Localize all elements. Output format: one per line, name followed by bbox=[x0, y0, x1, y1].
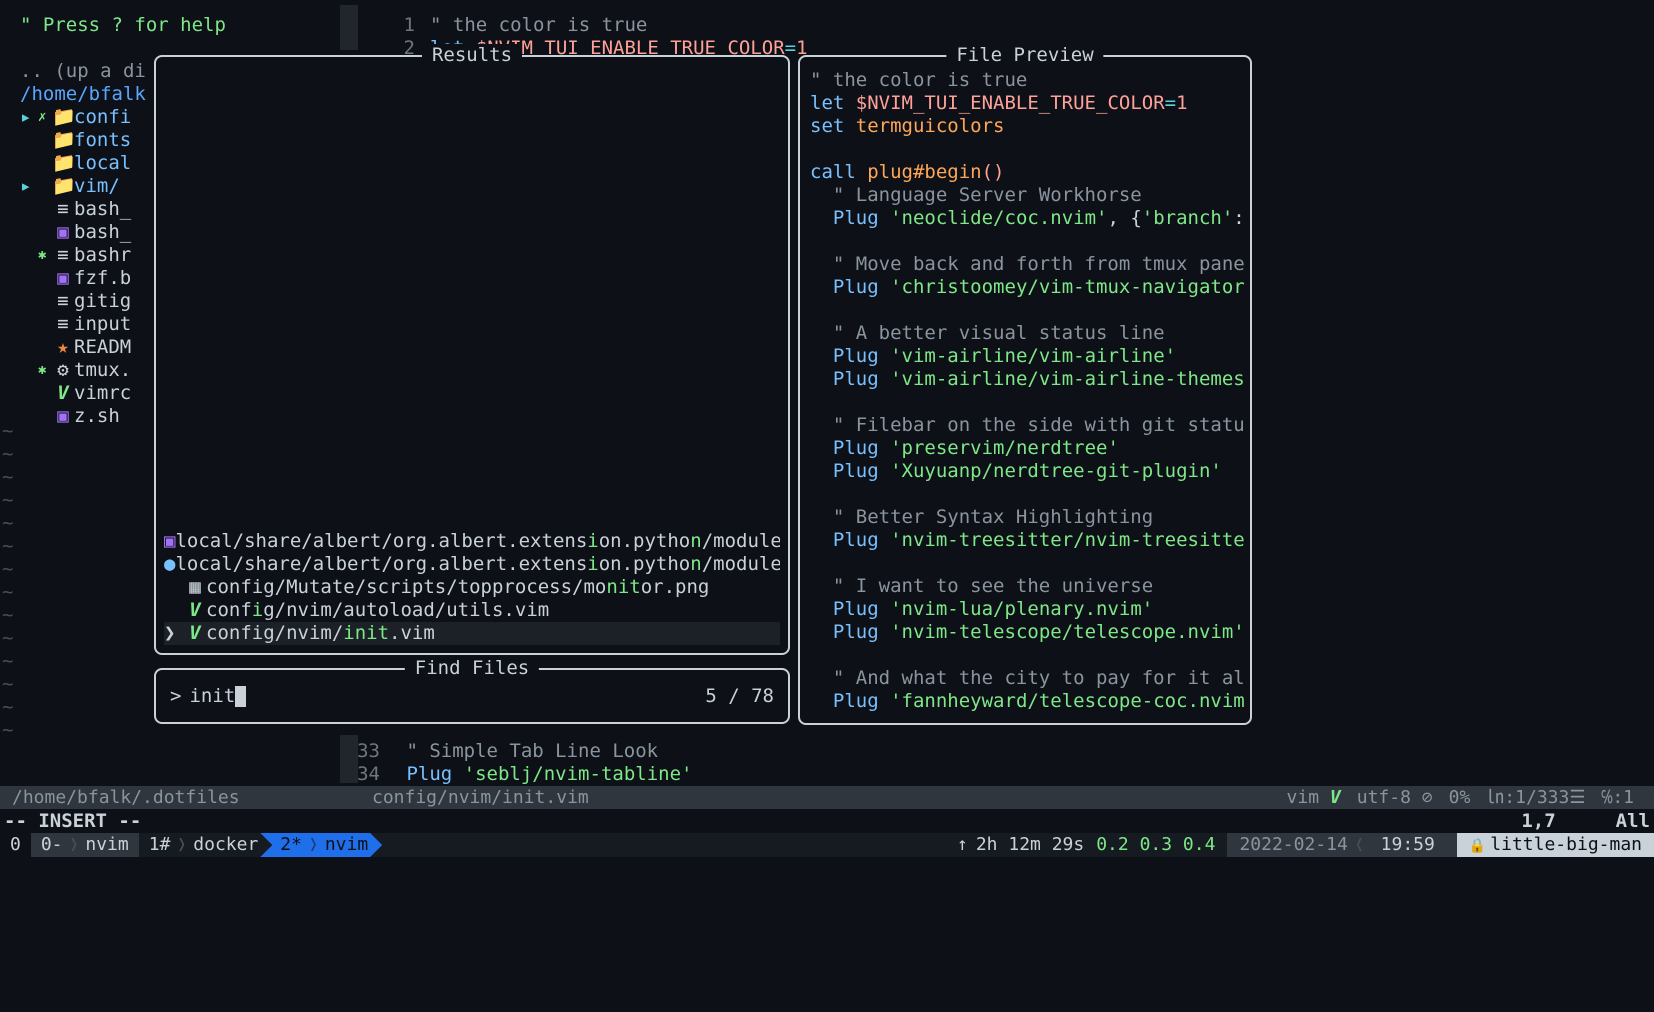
tmux-window-0[interactable]: 0- ❭ nvim bbox=[31, 833, 139, 857]
tree-item[interactable]: 📁local bbox=[20, 152, 160, 175]
tree-item[interactable]: ≡bash_ bbox=[20, 198, 160, 221]
lock-icon bbox=[1469, 834, 1490, 856]
tmux-uptime: 2h 12m 29s bbox=[976, 834, 1084, 856]
statusline-position: ㏑:1/333☰ bbox=[1486, 787, 1585, 809]
prompt-icon: > bbox=[170, 685, 181, 708]
tree-item[interactable]: ▣fzf.b bbox=[20, 267, 160, 290]
tmux-window-active[interactable]: 2* ❭ nvim bbox=[260, 833, 382, 857]
cursor-pos: 1,7 bbox=[1521, 810, 1555, 833]
vim-mode-line: -- INSERT -- 1,7 All bbox=[0, 810, 1654, 832]
telescope-preview-panel: File Preview " the color is truelet $NVI… bbox=[798, 55, 1252, 725]
search-input[interactable]: init bbox=[189, 685, 235, 708]
statusline-left-path: /home/bfalk/.dotfiles bbox=[0, 786, 360, 809]
result-item[interactable]: Vconfig/nvim/autoload/utils.vim bbox=[164, 599, 780, 622]
statusline-file: config/nvim/init.vim bbox=[372, 787, 589, 809]
preview-title: File Preview bbox=[946, 44, 1103, 67]
statusline-filetype: vim V bbox=[1287, 787, 1341, 809]
scroll-indicator: All bbox=[1616, 810, 1650, 833]
file-tree[interactable]: .. (up a di /home/bfalk ▸✗📁confi📁fonts📁l… bbox=[20, 60, 160, 428]
tree-item[interactable]: 📁fonts bbox=[20, 129, 160, 152]
tree-item[interactable]: ▸📁vim/ bbox=[20, 175, 160, 198]
find-title: Find Files bbox=[405, 657, 539, 680]
result-item[interactable]: ▣local/share/albert/org.albert.extension… bbox=[164, 530, 780, 553]
editor-visible-lines-bottom: 33 " Simple Tab Line Look34 Plug 'seblj/… bbox=[340, 740, 692, 786]
tree-up-dir[interactable]: .. (up a di bbox=[20, 60, 160, 83]
tree-item[interactable]: ✱≡bashr bbox=[20, 244, 160, 267]
tmux-load: 0.2 0.3 0.4 bbox=[1096, 834, 1215, 856]
cursor-icon bbox=[235, 686, 246, 707]
tree-item[interactable]: ≡gitig bbox=[20, 290, 160, 313]
tree-item[interactable]: ▸✗📁confi bbox=[20, 106, 160, 129]
airline-statusline: /home/bfalk/.dotfiles config/nvim/init.v… bbox=[0, 786, 1654, 809]
tmux-statusline[interactable]: 0 0- ❭ nvim 1# ❭ docker 2* ❭ nvim ↑ 2h 1… bbox=[0, 833, 1654, 857]
help-hint: " Press ? for help bbox=[20, 14, 226, 37]
result-item[interactable]: ▦config/Mutate/scripts/topprocess/monito… bbox=[164, 576, 780, 599]
tree-item[interactable]: ✱⚙tmux. bbox=[20, 359, 160, 382]
tmux-session[interactable]: 0 bbox=[0, 833, 31, 857]
statusline-percent: 0% bbox=[1449, 787, 1471, 809]
telescope-prompt-panel[interactable]: Find Files > init 5 / 78 bbox=[154, 668, 790, 724]
result-count: 5 / 78 bbox=[705, 685, 774, 708]
result-item[interactable]: ❯Vconfig/nvim/init.vim bbox=[164, 622, 780, 645]
empty-line-tildes: ~~~~~~~~~~~~~~ bbox=[2, 420, 13, 742]
tree-item[interactable]: ≡input bbox=[20, 313, 160, 336]
statusline-encoding: utf-8 ⊘ bbox=[1357, 787, 1433, 809]
tmux-window-1[interactable]: 1# ❭ docker bbox=[139, 833, 269, 857]
tree-item[interactable]: ▣z.sh bbox=[20, 405, 160, 428]
tree-item[interactable]: ★READM bbox=[20, 336, 160, 359]
gutter-shade-top bbox=[340, 5, 358, 50]
tree-item[interactable]: ▣bash_ bbox=[20, 221, 160, 244]
tree-item[interactable]: Vvimrc bbox=[20, 382, 160, 405]
tmux-date: 2022-02-14 ❬ 19:59 bbox=[1227, 833, 1456, 857]
result-item[interactable]: ●local/share/albert/org.albert.extension… bbox=[164, 553, 780, 576]
uptime-icon: ↑ bbox=[957, 834, 968, 856]
statusline-col: ℅:1 bbox=[1601, 787, 1634, 809]
tmux-hostname: little-big-man bbox=[1457, 833, 1654, 857]
results-title: Results bbox=[422, 44, 522, 67]
tree-root-path[interactable]: /home/bfalk bbox=[20, 83, 160, 106]
mode-indicator: -- INSERT -- bbox=[4, 810, 1521, 833]
telescope-results-panel[interactable]: Results ▣local/share/albert/org.albert.e… bbox=[154, 55, 790, 655]
